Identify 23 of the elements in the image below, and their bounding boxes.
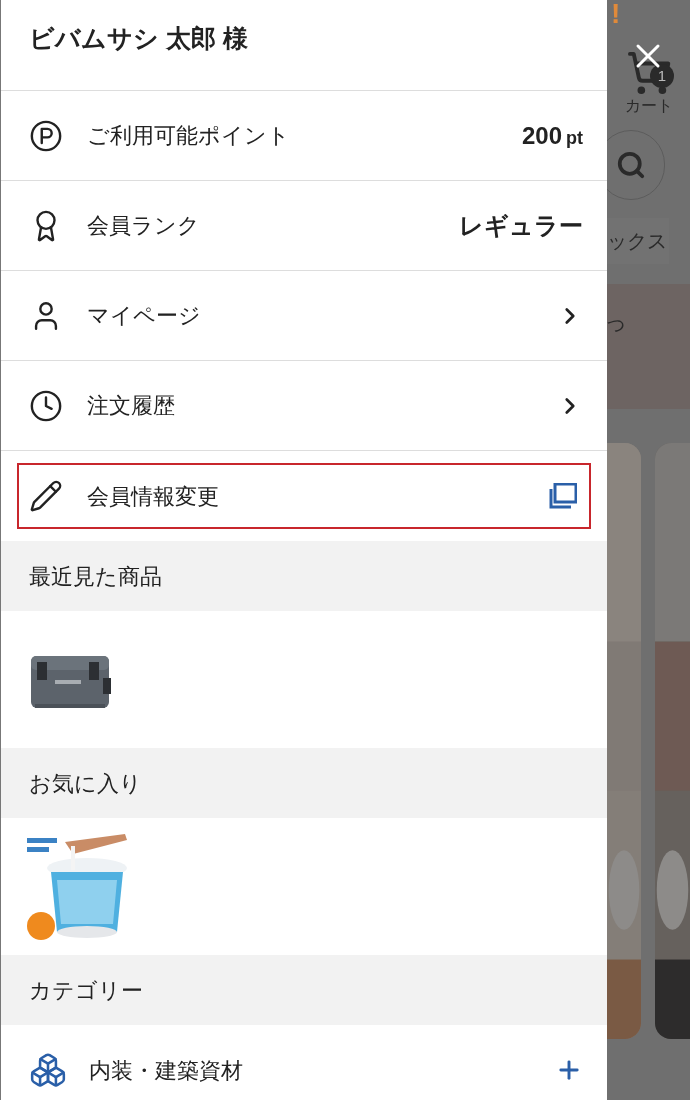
banner: つ bbox=[607, 284, 690, 409]
section-header: 最近見た商品 bbox=[1, 541, 607, 611]
menu-item[interactable]: ご利用可能ポイント 200 pt bbox=[1, 91, 607, 180]
menu-item[interactable]: 会員情報変更 bbox=[17, 463, 591, 529]
cart-badge: 1 bbox=[650, 64, 674, 88]
alert-mark: ! bbox=[610, 0, 622, 28]
menu-value: 200 pt bbox=[521, 120, 583, 151]
external-window-icon bbox=[547, 483, 577, 509]
boxes-icon bbox=[29, 1051, 67, 1089]
menu-item[interactable]: マイページ bbox=[1, 271, 607, 360]
section-header: お気に入り bbox=[1, 748, 607, 818]
menu-value: レギュラー bbox=[459, 210, 583, 241]
menu-item[interactable]: 会員ランク レギュラー bbox=[1, 181, 607, 270]
parking-icon bbox=[29, 118, 63, 153]
cart-label: カート bbox=[624, 96, 673, 116]
category-item[interactable]: 内装・建築資材 bbox=[1, 1025, 607, 1100]
clock-icon bbox=[29, 388, 63, 423]
search-icon bbox=[616, 150, 646, 180]
menu-item[interactable]: 注文履歴 bbox=[1, 361, 607, 450]
section-header: カテゴリー bbox=[1, 955, 607, 1025]
cart-icon bbox=[625, 50, 672, 96]
pencil-icon bbox=[29, 479, 63, 513]
user-name: ビバムサシ 太郎 様 bbox=[29, 23, 248, 54]
